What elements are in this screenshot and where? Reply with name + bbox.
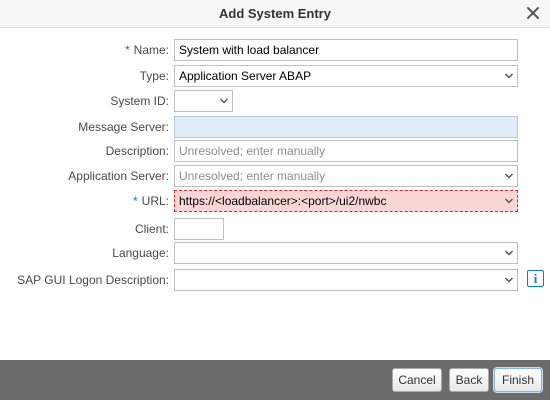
url-select[interactable]: https://<loadbalancer>:<port>/ui2/nwbc xyxy=(174,190,518,212)
dialog-footer: Cancel Back Finish xyxy=(0,360,550,400)
client-input[interactable] xyxy=(174,218,224,240)
sap-gui-logon-row: SAP GUI Logon Description: i xyxy=(0,269,550,291)
message-server-row: Message Server: xyxy=(0,116,550,138)
chevron-down-icon xyxy=(219,96,229,106)
cancel-button[interactable]: Cancel xyxy=(392,368,442,392)
name-label-text: Name: xyxy=(133,43,169,57)
description-placeholder: Unresolved; enter manually xyxy=(179,144,326,158)
url-required-mark: * xyxy=(132,194,138,208)
language-row: Language: xyxy=(0,242,550,264)
dialog-title: Add System Entry xyxy=(219,6,331,21)
chevron-down-icon xyxy=(504,248,514,258)
name-required-mark: * xyxy=(124,43,130,57)
system-id-label: System ID: xyxy=(110,94,169,108)
message-server-label: Message Server: xyxy=(78,120,169,134)
chevron-down-icon xyxy=(504,275,514,285)
system-id-select[interactable] xyxy=(174,90,233,112)
application-server-placeholder: Unresolved; enter manually xyxy=(179,169,326,183)
url-value: https://<loadbalancer>:<port>/ui2/nwbc xyxy=(179,194,387,208)
info-icon: i xyxy=(533,271,538,286)
close-icon xyxy=(527,7,539,19)
client-label: Client: xyxy=(134,222,169,236)
application-server-row: Application Server: Unresolved; enter ma… xyxy=(0,165,550,187)
url-label-text: URL: xyxy=(141,194,169,208)
description-row: Description: Unresolved; enter manually xyxy=(0,140,550,162)
type-select[interactable]: Application Server ABAP xyxy=(174,65,518,87)
info-button[interactable]: i xyxy=(527,270,544,287)
description-label: Description: xyxy=(105,144,169,158)
chevron-down-icon xyxy=(504,71,514,81)
type-row: Type: Application Server ABAP xyxy=(0,65,550,87)
language-label: Language: xyxy=(112,246,169,260)
language-select[interactable] xyxy=(174,242,518,264)
url-label: * URL: xyxy=(0,194,169,208)
finish-button[interactable]: Finish xyxy=(494,368,542,392)
name-row: * Name: System with load balancer xyxy=(0,39,550,61)
chevron-down-icon xyxy=(504,196,514,206)
type-value: Application Server ABAP xyxy=(179,69,312,83)
system-id-row: System ID: xyxy=(0,90,550,112)
url-row: * URL: https://<loadbalancer>:<port>/ui2/… xyxy=(0,190,550,212)
type-label: Type: xyxy=(139,69,169,83)
application-server-label: Application Server: xyxy=(68,169,169,183)
close-button[interactable] xyxy=(524,4,542,22)
chevron-down-icon xyxy=(504,171,514,181)
client-row: Client: xyxy=(0,218,550,240)
message-server-input[interactable] xyxy=(174,116,518,138)
back-button[interactable]: Back xyxy=(449,368,489,392)
description-input[interactable]: Unresolved; enter manually xyxy=(174,140,518,162)
sap-gui-logon-label: SAP GUI Logon Description: xyxy=(17,273,169,287)
name-input[interactable]: System with load balancer xyxy=(174,39,518,61)
name-value: System with load balancer xyxy=(179,43,320,57)
dialog-titlebar: Add System Entry xyxy=(0,0,550,28)
application-server-select[interactable]: Unresolved; enter manually xyxy=(174,165,518,187)
sap-gui-logon-select[interactable] xyxy=(174,269,518,291)
name-label: * Name: xyxy=(0,43,169,57)
